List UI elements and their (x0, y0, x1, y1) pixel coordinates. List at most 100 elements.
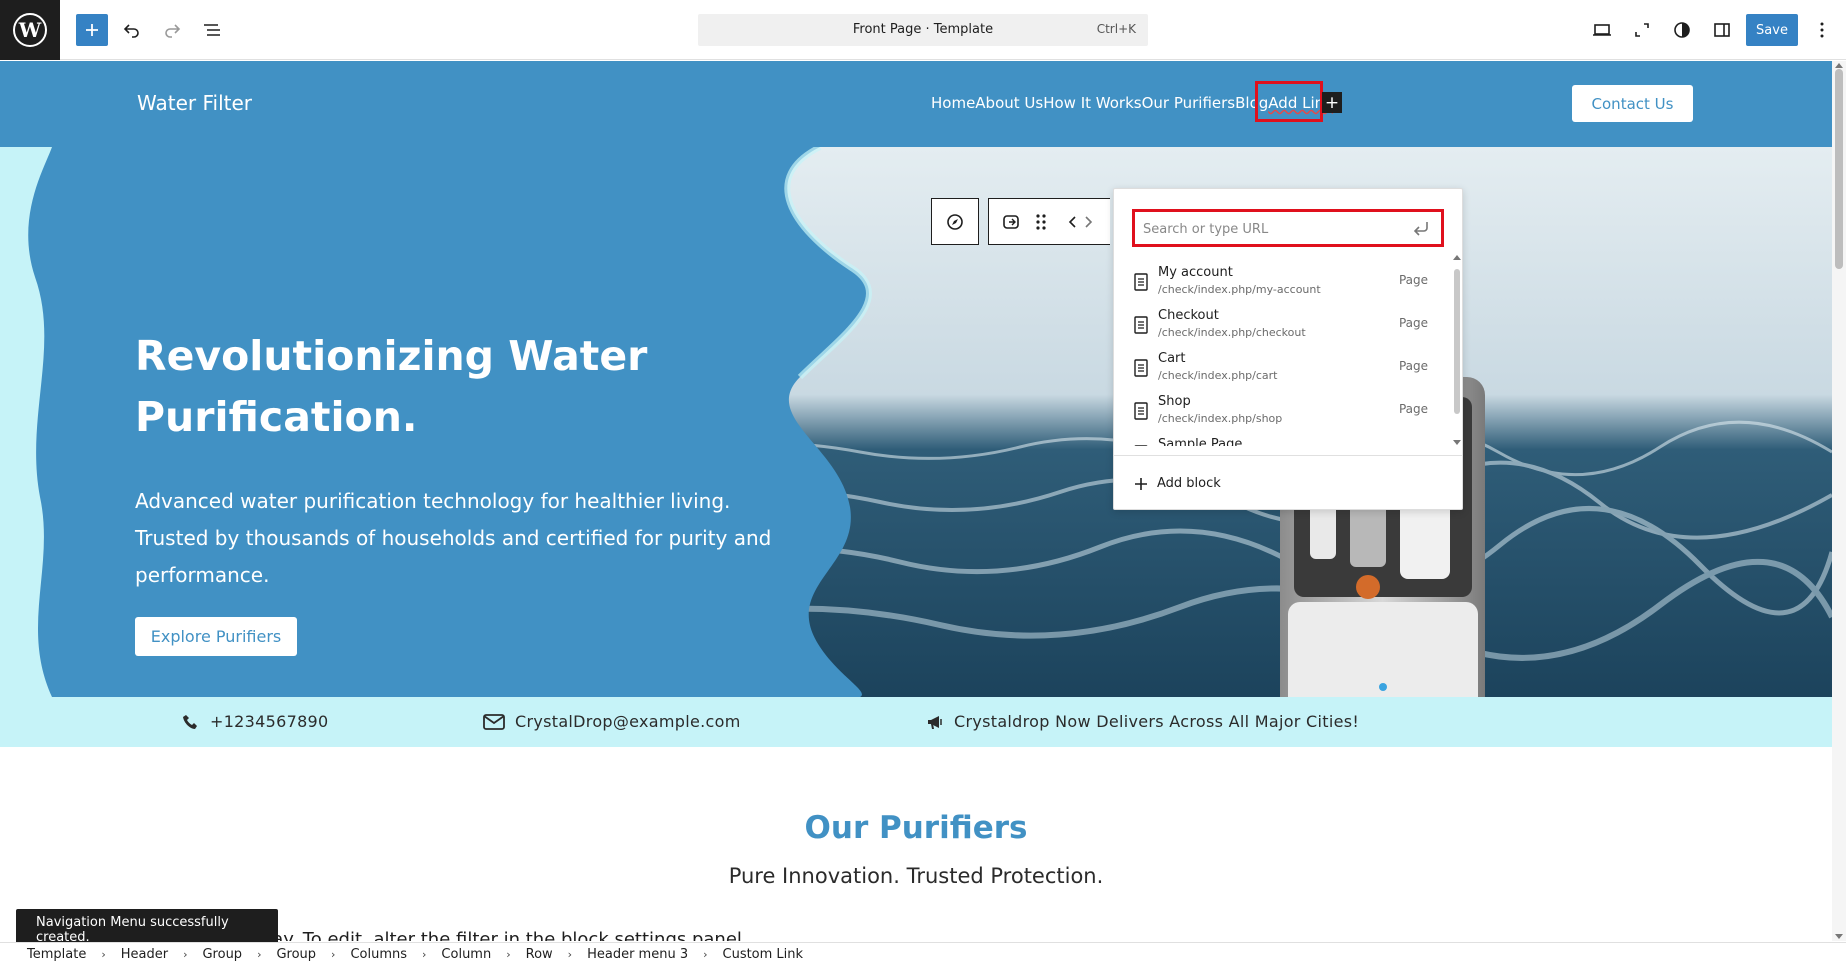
suggestion-url: /check/index.php/cart (1158, 369, 1278, 382)
hero-subtitle[interactable]: Advanced water purification technology f… (135, 483, 775, 594)
breadcrumb-item[interactable]: Template (27, 947, 86, 962)
scrollbar-thumb[interactable] (1454, 269, 1460, 414)
suggestion-type: Page (1398, 359, 1428, 373)
suggestion-url: /check/index.php/checkout (1158, 326, 1306, 339)
page-icon (1134, 359, 1148, 377)
suggestion-type: Page (1398, 316, 1428, 330)
suggestion-url: /check/index.php/my-account (1158, 283, 1321, 296)
suggestion-type: Page (1398, 273, 1428, 287)
styles-button[interactable] (1666, 14, 1698, 46)
suggestion-checkout[interactable]: Checkout /check/index.php/checkout Page (1114, 304, 1450, 347)
suggestion-title: Cart (1158, 351, 1186, 366)
document-overview-button[interactable] (196, 14, 228, 46)
suggestion-shop[interactable]: Shop /check/index.php/shop Page (1114, 390, 1450, 433)
chevron-right-icon: › (422, 948, 427, 961)
move-right-icon[interactable] (1083, 212, 1093, 236)
canvas-scrollbar[interactable] (1832, 61, 1846, 941)
plus-icon: + (1324, 92, 1340, 113)
fullscreen-button[interactable] (1626, 14, 1658, 46)
nav-item-about-us[interactable]: About Us (975, 94, 1043, 112)
nav-item-how-it-works[interactable]: How It Works (1043, 94, 1141, 112)
plus-icon (1135, 477, 1147, 490)
breadcrumb-item[interactable]: Column (441, 947, 491, 962)
suggestion-cart[interactable]: Cart /check/index.php/cart Page (1114, 347, 1450, 390)
announcement-info[interactable]: Crystaldrop Now Delivers Across All Majo… (926, 712, 1359, 731)
add-block-button[interactable]: Add block (1134, 476, 1221, 491)
breadcrumb-item[interactable]: Group (202, 947, 242, 962)
scroll-down-arrow-icon[interactable] (1835, 934, 1843, 939)
email-info[interactable]: CrystalDrop@example.com (483, 712, 741, 731)
envelope-icon (483, 713, 505, 730)
page-icon (1134, 445, 1148, 446)
document-title: Front Page · Template (852, 22, 994, 37)
settings-sidebar-button[interactable] (1706, 14, 1738, 46)
phone-info[interactable]: +1234567890 (182, 712, 329, 731)
section-title[interactable]: Our Purifiers (0, 810, 1832, 846)
plus-icon (86, 24, 98, 36)
page-icon (1134, 402, 1148, 420)
editor-toolbar: W Front Page · Template Ctrl+K Save (0, 0, 1846, 60)
breadcrumb-item[interactable]: Group (276, 947, 316, 962)
suggestion-type: Page (1398, 402, 1428, 416)
nav-item-our-purifiers[interactable]: Our Purifiers (1142, 94, 1236, 112)
add-block-toggle-button[interactable] (76, 14, 108, 46)
drag-handle-icon[interactable] (1035, 212, 1047, 236)
command-palette-title[interactable]: Front Page · Template Ctrl+K (698, 14, 1148, 46)
email-address: CrystalDrop@example.com (515, 712, 741, 731)
options-menu-button[interactable] (1806, 14, 1838, 46)
add-block-label: Add block (1157, 476, 1221, 491)
suggestion-sample-page[interactable]: Sample Page Page (1114, 433, 1450, 446)
editor-canvas: Water Filter Home About Us How It Works … (0, 61, 1832, 941)
phone-number: +1234567890 (210, 712, 329, 731)
move-left-icon[interactable] (1068, 212, 1078, 236)
breadcrumb-item[interactable]: Columns (350, 947, 407, 962)
submit-enter-icon[interactable] (1411, 218, 1431, 242)
chevron-right-icon: › (257, 948, 262, 961)
undo-button[interactable] (116, 14, 148, 46)
save-button[interactable]: Save (1746, 14, 1798, 46)
device-preview-button[interactable] (1586, 14, 1618, 46)
more-vertical-icon (1820, 22, 1824, 38)
fullscreen-icon (1635, 23, 1649, 37)
desktop-icon (1593, 24, 1611, 36)
site-title[interactable]: Water Filter (137, 91, 252, 115)
select-parent-icon[interactable] (1001, 212, 1021, 236)
hero-title[interactable]: Revolutionizing Water Purification. (135, 326, 755, 448)
breadcrumb-item[interactable]: Row (526, 947, 553, 962)
suggestion-my-account[interactable]: My account /check/index.php/my-account P… (1114, 261, 1450, 304)
undo-icon (123, 24, 139, 38)
link-control-popover: My account /check/index.php/my-account P… (1113, 188, 1463, 510)
site-header: Water Filter Home About Us How It Works … (0, 61, 1832, 147)
chevron-right-icon: › (183, 948, 188, 961)
explore-purifiers-button[interactable]: Explore Purifiers (135, 617, 297, 656)
suggestion-title: Checkout (1158, 308, 1219, 323)
scroll-down-arrow-icon[interactable] (1453, 440, 1461, 445)
compass-icon (947, 213, 963, 230)
contrast-icon (1674, 22, 1690, 38)
scrollbar-thumb[interactable] (1835, 69, 1843, 269)
chevron-right-icon: › (506, 948, 511, 961)
section-subtitle[interactable]: Pure Innovation. Trusted Protection. (0, 864, 1832, 888)
nav-item-home[interactable]: Home (931, 94, 975, 112)
block-toolbar-group (988, 198, 1110, 245)
redo-button[interactable] (156, 14, 188, 46)
suggestion-type: Page (1399, 445, 1428, 446)
suggestions-scrollbar[interactable] (1452, 255, 1462, 445)
scroll-up-arrow-icon[interactable] (1835, 63, 1843, 68)
breadcrumb-item-current[interactable]: Custom Link (723, 947, 804, 962)
url-search-input[interactable] (1143, 219, 1403, 239)
query-placeholder-text: display. To edit, alter the filter in th… (230, 929, 748, 941)
scroll-up-arrow-icon[interactable] (1453, 255, 1461, 260)
block-breadcrumb: Template › Header › Group › Group › Colu… (0, 942, 1846, 966)
wordpress-logo-icon[interactable]: W (0, 0, 60, 60)
breadcrumb-item[interactable]: Header menu 3 (587, 947, 688, 962)
page-icon (1134, 316, 1148, 334)
contact-us-button[interactable]: Contact Us (1572, 85, 1693, 122)
phone-icon (183, 714, 197, 729)
add-nav-item-button[interactable]: + (1322, 92, 1342, 113)
block-type-button[interactable] (931, 198, 979, 245)
list-view-icon (204, 24, 220, 36)
url-search-box (1132, 209, 1444, 247)
breadcrumb-item[interactable]: Header (121, 947, 168, 962)
divider (1114, 455, 1462, 456)
